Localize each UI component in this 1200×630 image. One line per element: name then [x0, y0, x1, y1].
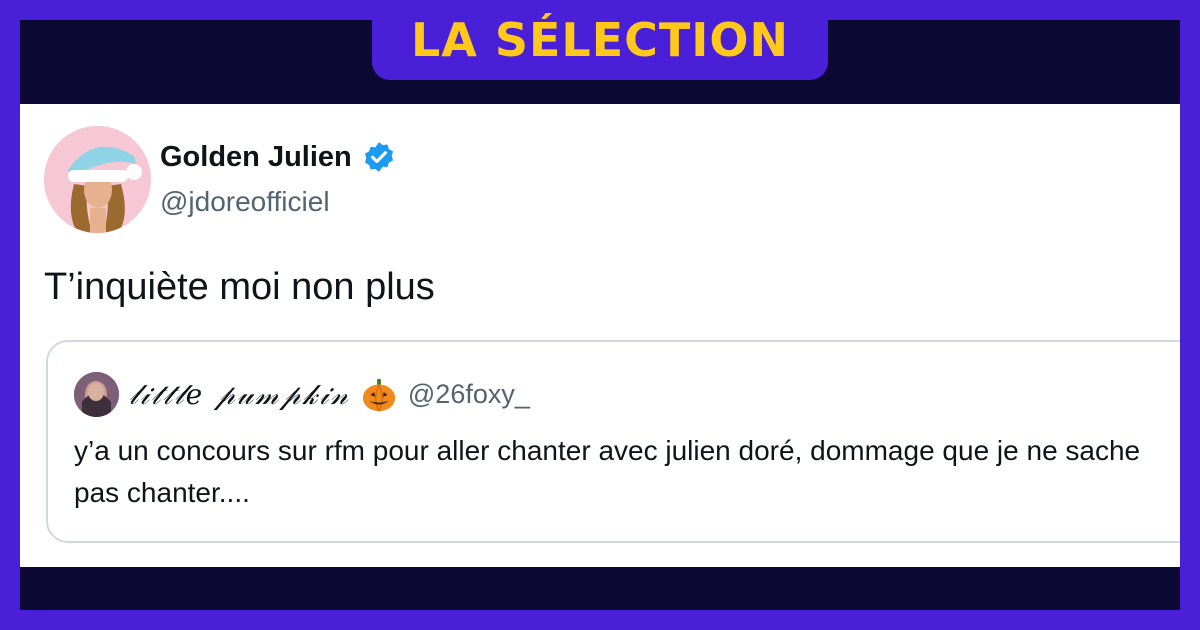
verified-badge-icon: [364, 142, 393, 172]
tweet-text: T’inquiète moi non plus: [44, 266, 435, 308]
author-handle[interactable]: @jdoreofficiel: [160, 186, 396, 218]
bottom-band: [20, 567, 1180, 610]
pumpkin-emoji-icon: [362, 378, 396, 411]
quoted-author-handle[interactable]: @26foxy_: [408, 379, 530, 410]
quoted-tweet-text: y’a un concours sur rfm pour aller chant…: [74, 435, 1141, 508]
tweet-card[interactable]: Golden Julien @jdoreofficiel T’inquiète …: [20, 104, 1180, 567]
author-block: Golden Julien @jdoreofficiel: [160, 140, 396, 218]
quoted-tweet-header: 𝓁𝒾𝓉𝓉𝓁𝑒 𝓅𝓊𝓂𝓅𝓀𝒾𝓃 @26foxy_: [74, 372, 530, 417]
author-name-row: Golden Julien: [160, 140, 396, 174]
banner-title: LA SÉLECTION: [410, 13, 790, 67]
author-avatar[interactable]: [44, 126, 151, 233]
author-name[interactable]: Golden Julien: [160, 141, 352, 174]
banner-badge: LA SÉLECTION: [372, 0, 828, 80]
quoted-tweet[interactable]: 𝓁𝒾𝓉𝓉𝓁𝑒 𝓅𝓊𝓂𝓅𝓀𝒾𝓃 @26foxy_ y’a un concours …: [46, 340, 1180, 543]
quoted-author-name[interactable]: 𝓁𝒾𝓉𝓉𝓁𝑒 𝓅𝓊𝓂𝓅𝓀𝒾𝓃: [129, 378, 350, 412]
quoted-author-avatar[interactable]: [74, 372, 119, 417]
